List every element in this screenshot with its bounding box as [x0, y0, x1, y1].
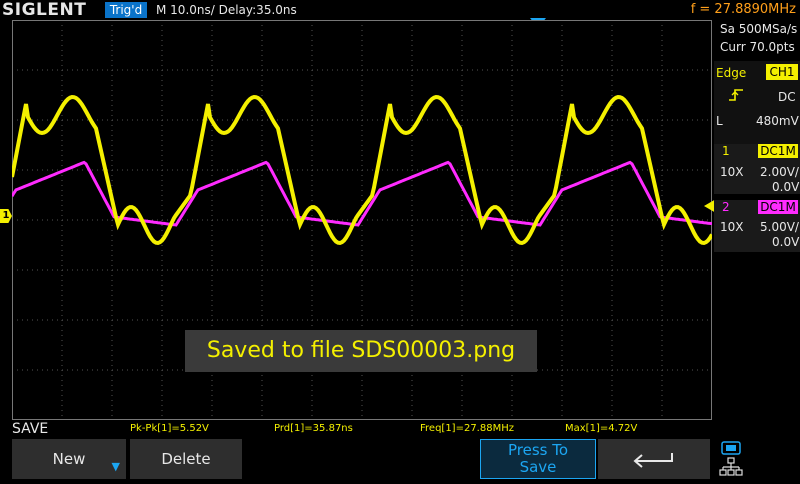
siglent-logo: SIGLENT [2, 0, 87, 20]
measurement-pkpk: Pk-Pk[1]=5.52V [130, 423, 209, 434]
measurement-frequency: Freq[1]=27.88MHz [420, 423, 514, 434]
delete-softkey[interactable]: Delete [130, 439, 242, 479]
trigger-level-label: L [716, 114, 723, 128]
trigger-type: Edge [716, 66, 747, 80]
ch2-number: 2 [722, 200, 730, 214]
measurement-bar: SAVE Pk-Pk[1]=5.52V Prd[1]=35.87ns Freq[… [0, 420, 800, 438]
timebase-readout: M 10.0ns/ Delay:35.0ns [156, 3, 297, 17]
press-to-save-line1: Press To [507, 441, 569, 459]
trigger-level-value: 480mV [756, 114, 799, 128]
trigger-coupling: DC [778, 90, 796, 104]
ch1-probe: 10X [720, 165, 744, 179]
ch1-offset: 0.0V [772, 180, 800, 194]
empty-softkey-4[interactable] [362, 439, 476, 479]
press-to-save-softkey[interactable]: Press To Save [480, 439, 596, 479]
current-points: Curr 70.0pts [720, 40, 795, 54]
system-icons [716, 438, 748, 480]
ch2-probe: 10X [720, 220, 744, 234]
arrow-down-icon: ▼ [111, 460, 120, 473]
frequency-counter: f = 27.8890MHz [690, 2, 796, 17]
empty-softkey-3[interactable] [246, 439, 358, 479]
save-notification: Saved to file SDS00003.png [185, 330, 537, 372]
new-label: New [52, 450, 86, 468]
menu-title: SAVE [12, 421, 49, 437]
top-status-bar: SIGLENT Trig'd M 10.0ns/ Delay:35.0ns f … [0, 0, 800, 20]
trigger-source-badge: CH1 [766, 64, 798, 80]
measurement-max: Max[1]=4.72V [565, 423, 638, 434]
softkey-bar: New ▼ Delete Press To Save [0, 438, 800, 480]
ch1-number: 1 [722, 144, 730, 158]
ch2-offset: 0.0V [772, 235, 800, 249]
rising-edge-icon [728, 88, 744, 106]
press-to-save-line2: Save [519, 458, 557, 476]
right-info-panel: Sa 500MSa/s Curr 70.0pts Edge CH1 DC L 4… [714, 20, 800, 440]
new-softkey[interactable]: New ▼ [12, 439, 126, 479]
sample-rate: Sa 500MSa/s [720, 22, 798, 36]
ch1-coupling-badge: DC1M [758, 144, 798, 158]
network-icon [719, 457, 743, 476]
back-softkey[interactable] [598, 439, 710, 479]
trigger-status-badge: Trig'd [105, 2, 147, 18]
ch2-scale: 5.00V/ [760, 220, 799, 234]
return-arrow-icon [633, 453, 673, 468]
storage-icon [721, 441, 741, 455]
ch2-coupling-badge: DC1M [758, 200, 798, 214]
ch1-offset-marker[interactable]: 1 [0, 209, 12, 223]
ch1-scale: 2.00V/ [760, 165, 799, 179]
measurement-period: Prd[1]=35.87ns [274, 423, 353, 434]
